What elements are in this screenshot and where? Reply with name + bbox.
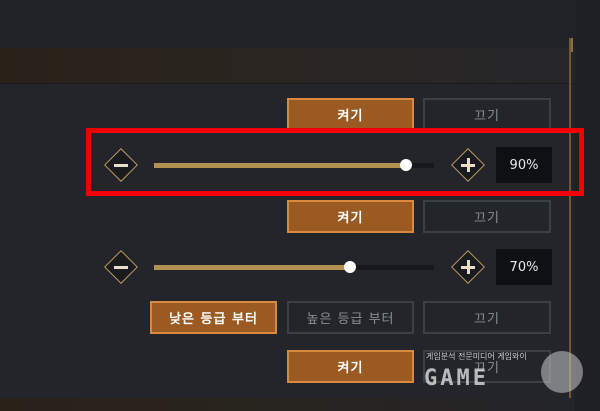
slider2-value: 70% — [496, 249, 552, 285]
watermark-caption: 게임분석 전문미디어 게임와이 — [426, 352, 527, 361]
highlight-box — [86, 128, 584, 196]
plus-icon — [450, 249, 486, 285]
right-panel-edge — [575, 0, 600, 411]
slider2-handle[interactable] — [344, 261, 356, 273]
scrollbar-thumb[interactable] — [571, 38, 573, 52]
low-grade-first-button[interactable]: 낮은 등급 부터 — [150, 301, 277, 334]
slider2-track[interactable] — [154, 261, 434, 273]
row3-on-button[interactable]: 켜기 — [287, 200, 414, 233]
section-header-band — [0, 48, 575, 84]
row1-on-button[interactable]: 켜기 — [287, 98, 414, 131]
row6-on-button[interactable]: 켜기 — [287, 350, 414, 383]
watermark-logo: GAME — [424, 366, 489, 391]
row3-off-button[interactable]: 끄기 — [423, 200, 551, 233]
slider2-fill — [154, 265, 350, 270]
minus-icon — [103, 249, 139, 285]
high-grade-first-button[interactable]: 높은 등급 부터 — [287, 301, 414, 334]
row5-off-button[interactable]: 끄기 — [423, 301, 551, 334]
watermark-badge-icon — [541, 351, 583, 393]
top-bar — [0, 0, 600, 48]
section-footer-band — [0, 398, 575, 411]
row1-off-button[interactable]: 끄기 — [423, 98, 551, 131]
